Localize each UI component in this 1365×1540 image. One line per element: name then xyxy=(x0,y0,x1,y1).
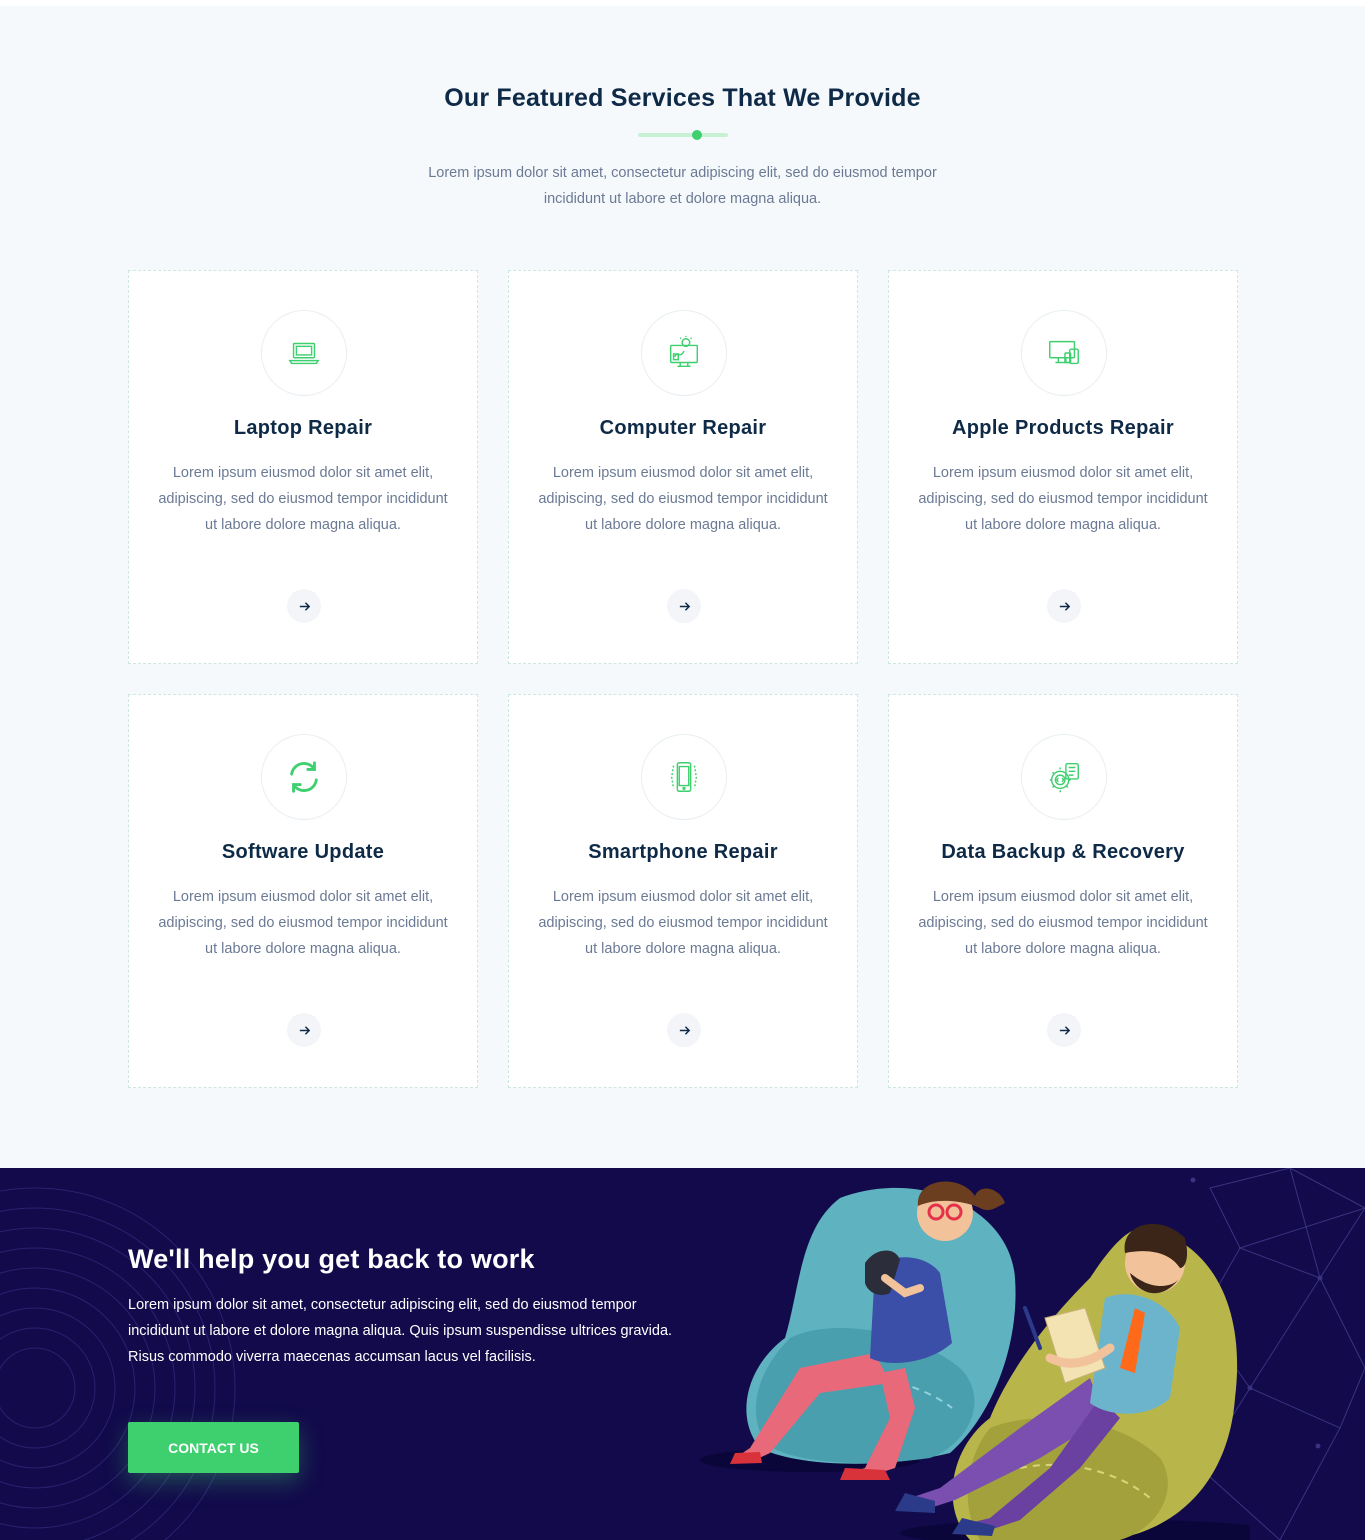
card-title: Software Update xyxy=(221,841,385,863)
card-text: Lorem ipsum eiusmod dolor sit amet elit,… xyxy=(158,465,448,533)
arrow-right-icon xyxy=(1059,601,1070,611)
cta-text: Lorem ipsum dolor sit amet, consectetur … xyxy=(128,1297,673,1365)
card-text: Lorem ipsum eiusmod dolor sit amet elit,… xyxy=(158,889,448,957)
service-card-laptop-repair: Laptop Repair Lorem ipsum eiusmod dolor … xyxy=(128,270,478,664)
card-arrow-button[interactable] xyxy=(1047,1013,1081,1047)
card-arrow-button[interactable] xyxy=(667,1013,701,1047)
people-on-beanbags-illustration xyxy=(700,1181,1250,1540)
title-divider xyxy=(638,130,728,140)
card-title: Apple Products Repair xyxy=(952,417,1174,439)
card-title: Smartphone Repair xyxy=(588,841,778,863)
laptop-icon xyxy=(261,310,347,396)
services-section: Our Featured Services That We Provide Lo… xyxy=(0,6,1365,1168)
arrow-right-icon xyxy=(1059,1025,1070,1035)
card-title: Computer Repair xyxy=(599,417,767,439)
card-text: Lorem ipsum eiusmod dolor sit amet elit,… xyxy=(918,465,1208,533)
divider-dot xyxy=(692,130,702,140)
card-text: Lorem ipsum eiusmod dolor sit amet elit,… xyxy=(538,889,828,957)
card-arrow-button[interactable] xyxy=(667,589,701,623)
arrow-right-icon xyxy=(299,601,310,611)
arrow-right-icon xyxy=(679,601,690,611)
card-text: Lorem ipsum eiusmod dolor sit amet elit,… xyxy=(918,889,1208,957)
card-text: Lorem ipsum eiusmod dolor sit amet elit,… xyxy=(538,465,828,533)
cta-title: We'll help you get back to work xyxy=(128,1244,535,1274)
refresh-icon xyxy=(261,734,347,820)
card-arrow-button[interactable] xyxy=(287,1013,321,1047)
service-card-computer-repair: Computer Repair Lorem ipsum eiusmod dolo… xyxy=(508,270,858,664)
arrow-right-icon xyxy=(679,1025,690,1035)
card-title: Data Backup & Recovery xyxy=(941,841,1185,863)
computer-icon xyxy=(641,310,727,396)
smartphone-icon xyxy=(641,734,727,820)
section-subtitle: Lorem ipsum dolor sit amet, consectetur … xyxy=(428,165,937,207)
service-card-smartphone-repair: Smartphone Repair Lorem ipsum eiusmod do… xyxy=(508,694,858,1088)
devices-icon xyxy=(1021,310,1107,396)
card-title: Laptop Repair xyxy=(233,417,373,439)
contact-us-button[interactable]: CONTACT US xyxy=(128,1422,299,1473)
service-card-software-update: Software Update Lorem ipsum eiusmod dolo… xyxy=(128,694,478,1088)
data-gear-icon xyxy=(1021,734,1107,820)
cta-section: We'll help you get back to work Lorem ip… xyxy=(0,1168,1365,1540)
section-title: Our Featured Services That We Provide xyxy=(444,84,921,112)
service-card-apple-products-repair: Apple Products Repair Lorem ipsum eiusmo… xyxy=(888,270,1238,664)
card-arrow-button[interactable] xyxy=(287,589,321,623)
card-arrow-button[interactable] xyxy=(1047,589,1081,623)
arrow-right-icon xyxy=(299,1025,310,1035)
service-card-data-backup-recovery: Data Backup & Recovery Lorem ipsum eiusm… xyxy=(888,694,1238,1088)
